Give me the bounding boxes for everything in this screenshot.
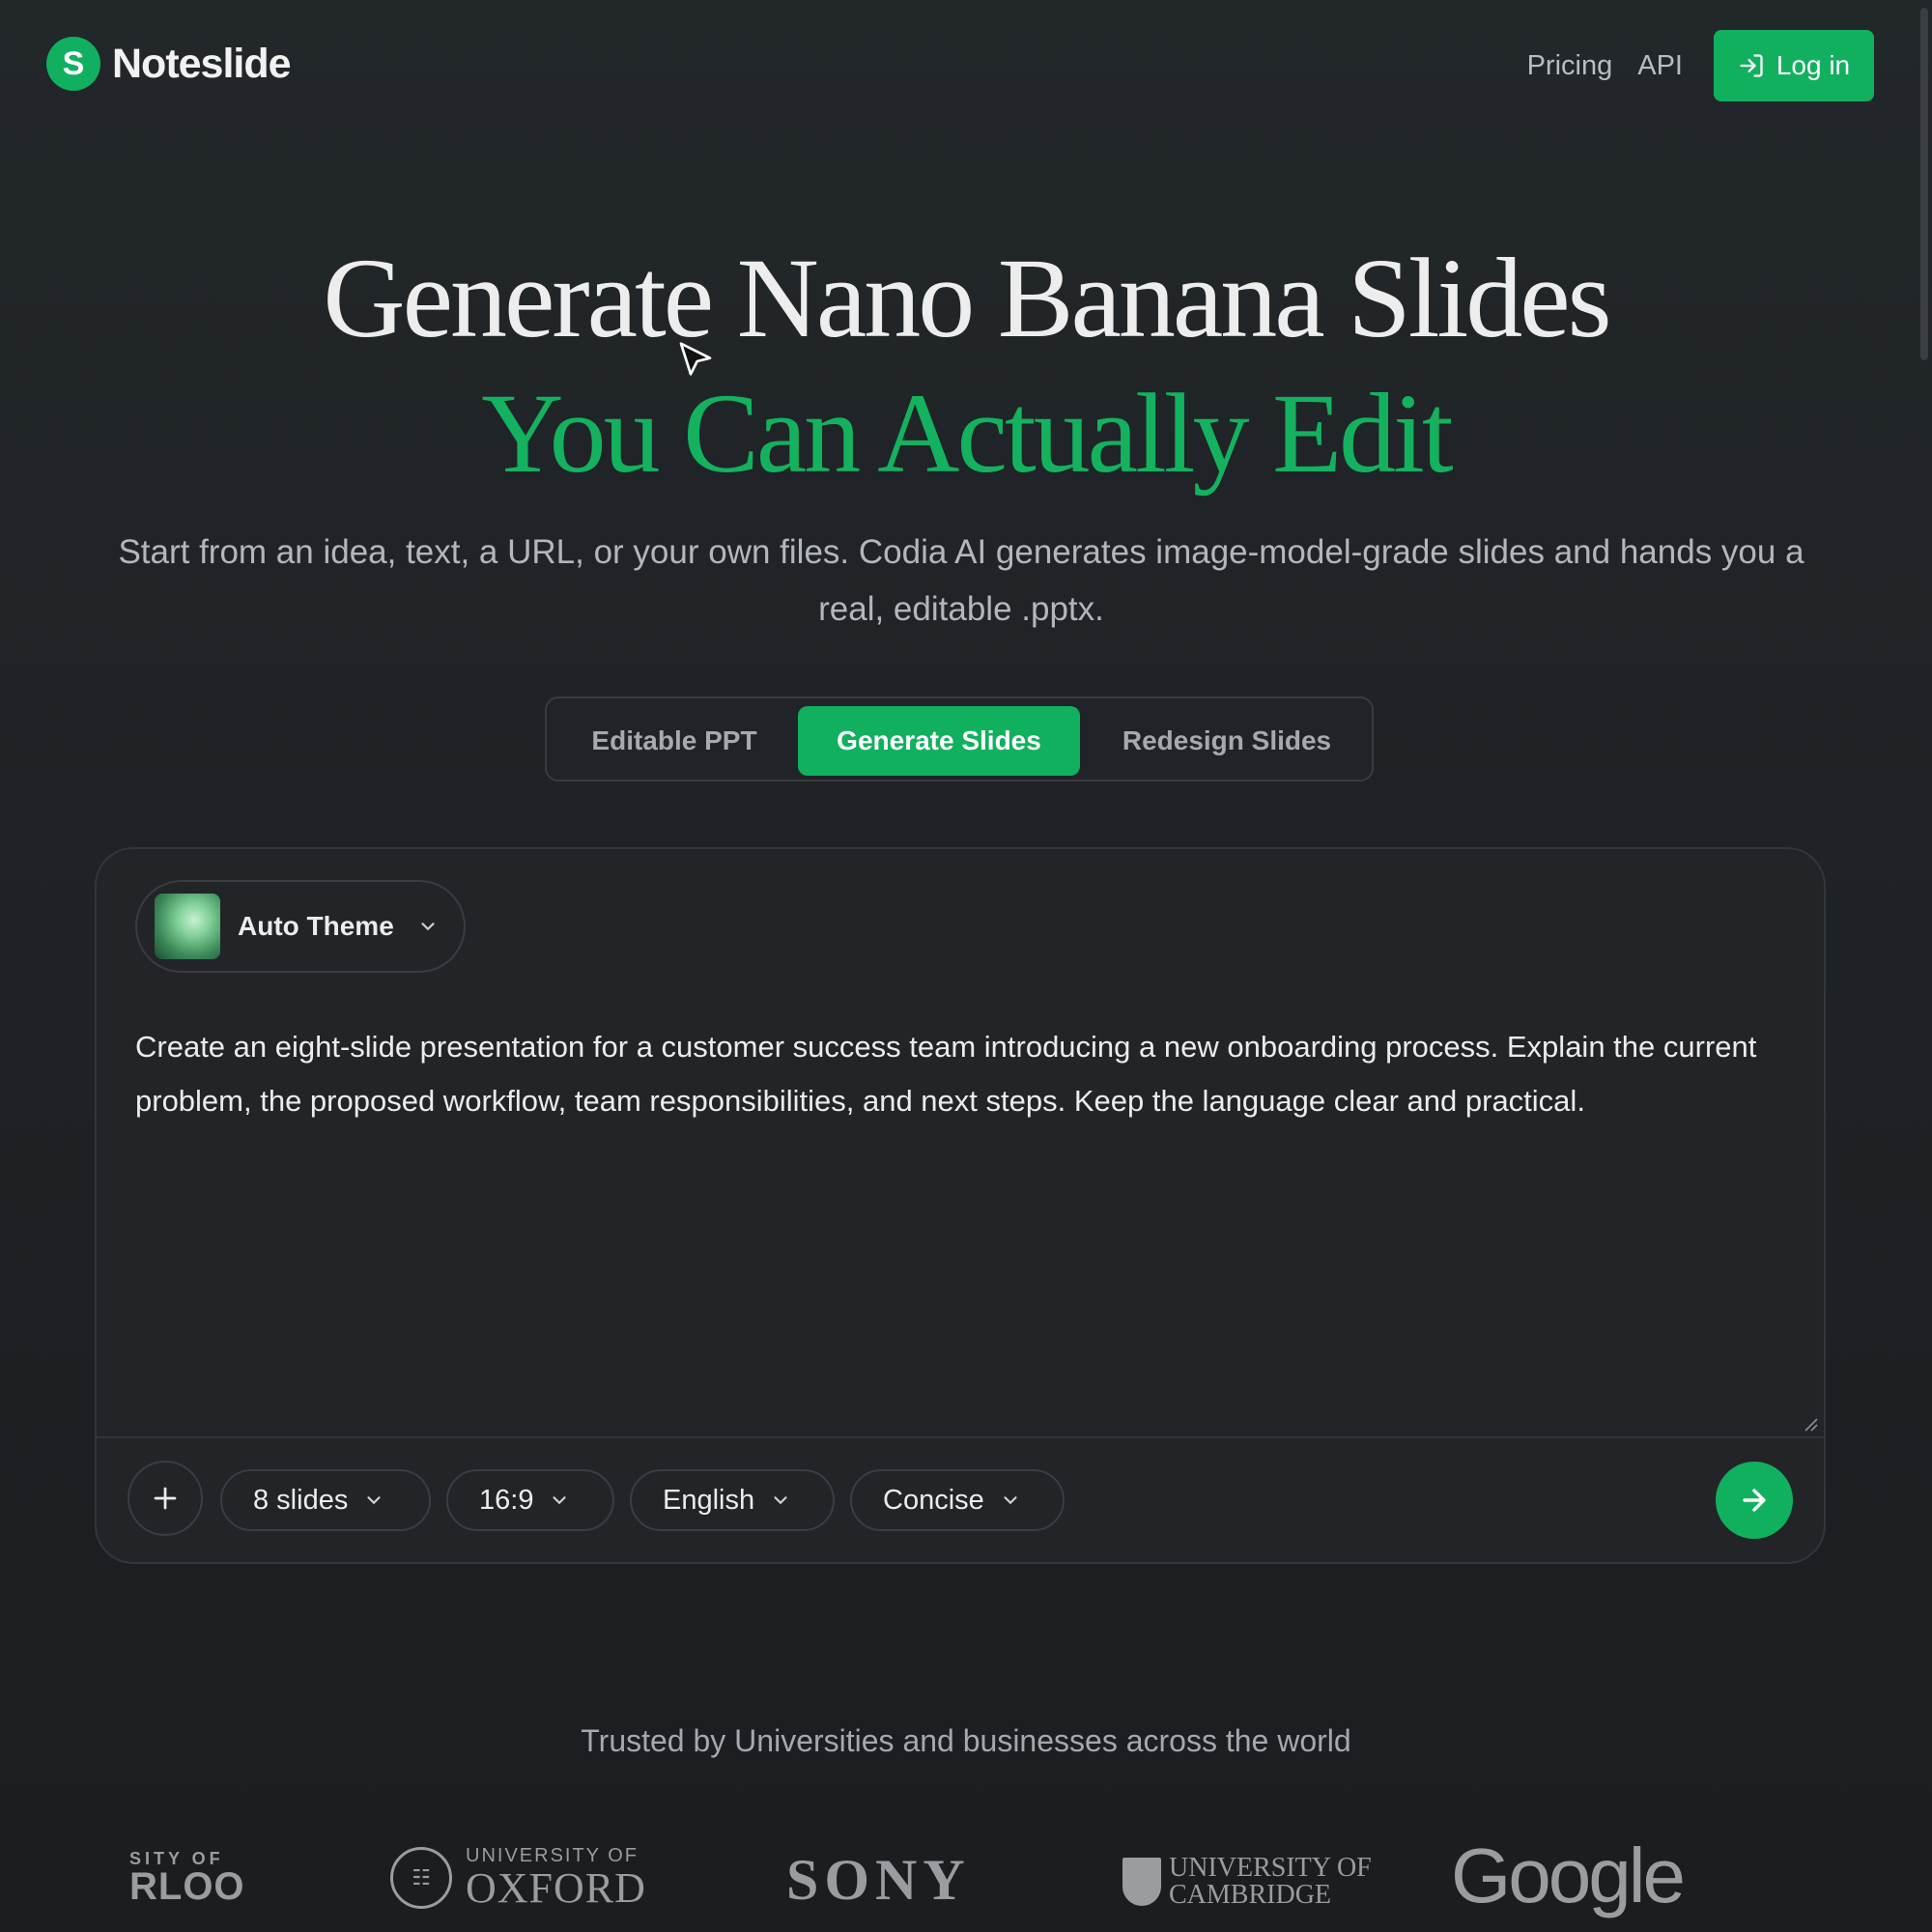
hero-title-highlight: You Can Actually Edit <box>481 370 1453 497</box>
chevron-down-icon <box>774 1496 787 1505</box>
trusted-heading: Trusted by Universities and businesses a… <box>581 1723 1351 1758</box>
oxford-seal-icon: ☷ <box>390 1846 452 1909</box>
mode-tabs: Editable PPT Generate Slides Redesign Sl… <box>545 696 1374 781</box>
login-icon <box>1740 54 1763 77</box>
arrow-right-icon <box>1743 1489 1766 1512</box>
chevron-down-icon <box>367 1496 381 1505</box>
logo-strip: SITY OF RLOO ☷ UNIVERSITY OF OXFORD SONY… <box>0 1826 1932 1932</box>
chevron-down-icon <box>1004 1496 1017 1505</box>
tab-redesign-slides[interactable]: Redesign Slides <box>1088 706 1366 776</box>
oxford-logo-main: OXFORD <box>466 1864 646 1912</box>
language-value: English <box>663 1484 755 1516</box>
top-nav: Pricing API Log in <box>1527 30 1874 101</box>
language-select[interactable]: English <box>630 1469 835 1531</box>
oxford-logo: ☷ UNIVERSITY OF OXFORD <box>390 1845 646 1910</box>
theme-selector[interactable]: Auto Theme <box>135 880 466 973</box>
login-button[interactable]: Log in <box>1714 30 1874 101</box>
brand-logo[interactable]: S Noteslide <box>46 37 292 91</box>
plus-icon <box>154 1487 177 1510</box>
tab-generate-slides[interactable]: Generate Slides <box>798 706 1080 776</box>
theme-label: Auto Theme <box>238 911 394 941</box>
tone-value: Concise <box>883 1484 984 1516</box>
submit-button[interactable] <box>1716 1462 1793 1539</box>
aspect-ratio-value: 16:9 <box>479 1484 534 1516</box>
google-logo: Google <box>1451 1833 1686 1918</box>
resize-handle-icon[interactable] <box>1803 1416 1818 1432</box>
waterloo-logo: SITY OF RLOO <box>129 1849 245 1909</box>
cambridge-logo: UNIVERSITY OF CAMBRIDGE <box>1122 1855 1372 1909</box>
slide-count-select[interactable]: 8 slides <box>220 1469 431 1531</box>
slide-count-value: 8 slides <box>253 1484 349 1516</box>
waterloo-logo-main: RLOO <box>129 1865 245 1908</box>
nav-api-link[interactable]: API <box>1637 50 1683 82</box>
login-label: Log in <box>1776 50 1851 80</box>
chevron-down-icon <box>553 1496 567 1505</box>
chevron-down-icon <box>421 923 435 931</box>
theme-thumbnail <box>155 894 220 959</box>
hero-subtitle: Start from an idea, text, a URL, or your… <box>118 533 1804 628</box>
hero-title: Generate Nano Banana Slides <box>323 235 1611 361</box>
prompt-textarea[interactable]: Create an eight-slide presentation for a… <box>135 1020 1797 1128</box>
sony-logo: SONY <box>786 1848 971 1912</box>
composer-divider <box>97 1436 1824 1438</box>
logo-icon: S <box>46 37 100 91</box>
cambridge-logo-main: CAMBRIDGE <box>1169 1880 1332 1910</box>
add-attachment-button[interactable] <box>128 1461 203 1536</box>
tab-editable-ppt[interactable]: Editable PPT <box>558 706 790 776</box>
aspect-ratio-select[interactable]: 16:9 <box>446 1469 614 1531</box>
mouse-cursor-icon <box>679 342 712 376</box>
cambridge-logo-top: UNIVERSITY OF <box>1169 1853 1372 1883</box>
cambridge-shield-icon <box>1122 1858 1161 1906</box>
brand-name: Noteslide <box>112 40 292 87</box>
nav-pricing-link[interactable]: Pricing <box>1527 50 1613 82</box>
tone-select[interactable]: Concise <box>850 1469 1065 1531</box>
